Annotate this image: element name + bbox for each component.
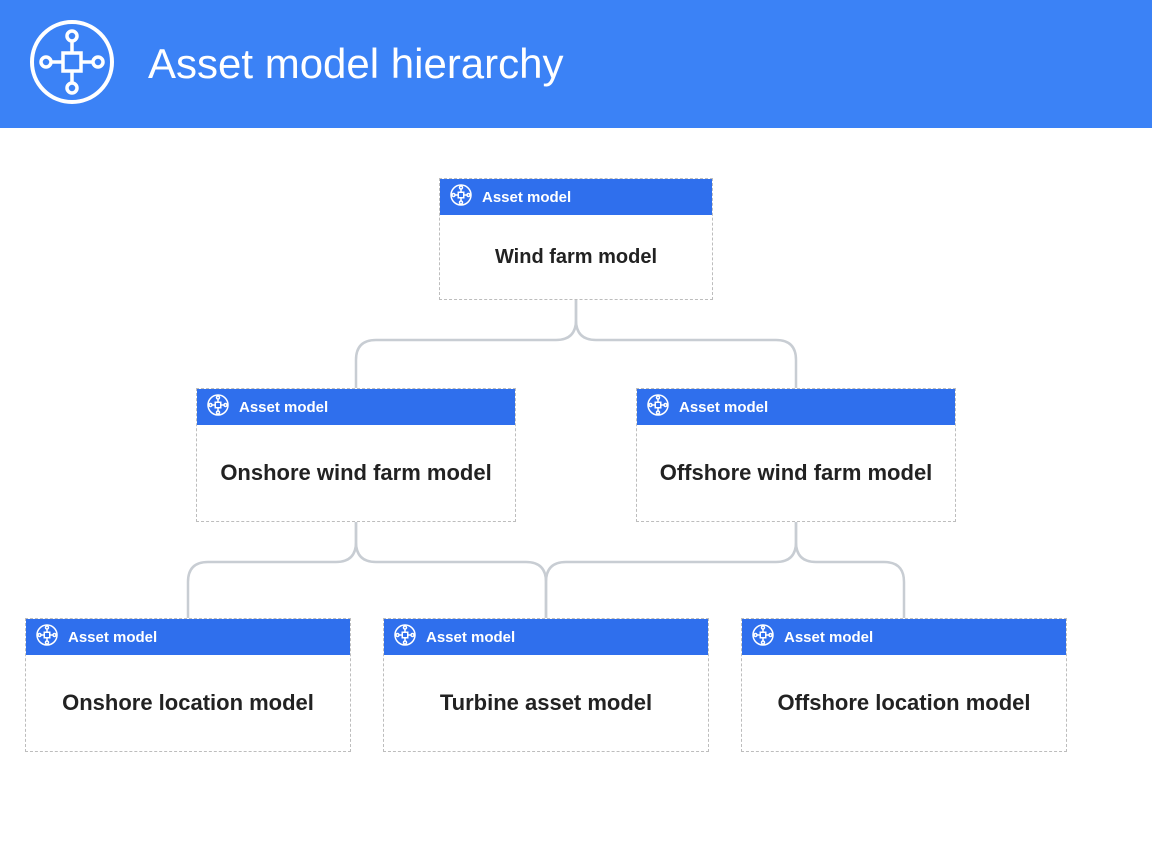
node-wind-farm-model: Asset model Wind farm model [439,178,713,300]
node-name: Onshore wind farm model [197,425,515,521]
asset-model-icon [394,624,416,650]
node-turbine-asset-model: Asset model Turbine asset model [383,618,709,752]
node-header: Asset model [440,179,712,215]
node-type-label: Asset model [426,629,515,646]
hierarchy-icon [28,18,116,111]
node-header: Asset model [26,619,350,655]
node-header: Asset model [637,389,955,425]
node-offshore-location-model: Asset model Offshore location model [741,618,1067,752]
asset-model-icon [207,394,229,420]
diagram-canvas: Asset model Wind farm model [0,128,1152,856]
node-onshore-location-model: Asset model Onshore location model [25,618,351,752]
page-title: Asset model hierarchy [148,40,564,88]
asset-model-icon [752,624,774,650]
node-name: Offshore location model [742,655,1066,751]
node-name: Offshore wind farm model [637,425,955,521]
node-name: Onshore location model [26,655,350,751]
node-header: Asset model [384,619,708,655]
node-offshore-wind-farm-model: Asset model Offshore wind farm model [636,388,956,522]
node-type-label: Asset model [784,629,873,646]
node-header: Asset model [197,389,515,425]
node-type-label: Asset model [679,399,768,416]
asset-model-icon [450,184,472,210]
node-onshore-wind-farm-model: Asset model Onshore wind farm model [196,388,516,522]
node-name: Wind farm model [440,215,712,299]
page-header: Asset model hierarchy [0,0,1152,128]
node-type-label: Asset model [239,399,328,416]
node-type-label: Asset model [482,189,571,206]
node-name: Turbine asset model [384,655,708,751]
asset-model-icon [36,624,58,650]
asset-model-icon [647,394,669,420]
node-header: Asset model [742,619,1066,655]
node-type-label: Asset model [68,629,157,646]
